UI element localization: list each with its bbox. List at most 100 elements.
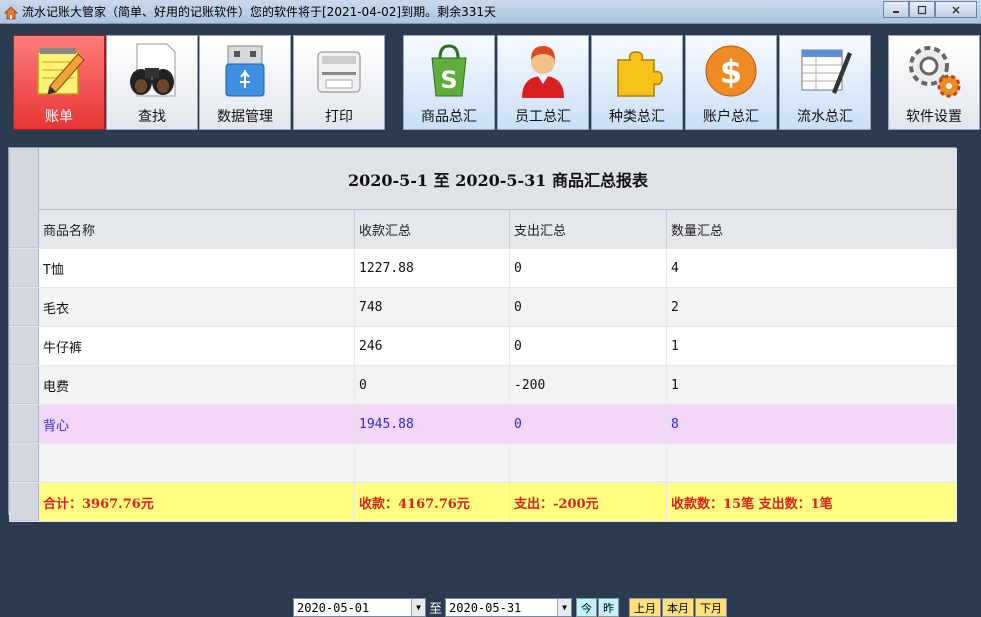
report-panel: 2020-5-1 至 2020-5-31 商品汇总报表 商品名称 收款汇总 支出… xyxy=(8,147,957,522)
print-button[interactable]: 打印 xyxy=(293,35,385,130)
column-header[interactable]: 数量汇总 xyxy=(667,210,957,248)
data-management-button[interactable]: 数据管理 xyxy=(199,35,291,130)
this-month-button[interactable]: 本月 xyxy=(662,598,695,617)
row-header[interactable] xyxy=(9,288,39,326)
cell-expense[interactable] xyxy=(510,444,667,482)
cell-income[interactable]: 1945.88 xyxy=(355,405,510,443)
bill-label: 账单 xyxy=(45,109,73,125)
summary-counts: 收款数：15笔 支出数：1笔 xyxy=(667,483,957,521)
minimize-icon xyxy=(893,10,899,13)
chevron-down-icon[interactable]: ▼ xyxy=(557,599,572,616)
date-from-value: 2020-05-01 xyxy=(297,600,370,615)
flow-summary-button[interactable]: 流水总汇 xyxy=(779,35,871,130)
settings-label: 软件设置 xyxy=(906,109,962,125)
cell-income[interactable]: 0 xyxy=(355,366,510,404)
maximize-button[interactable] xyxy=(909,1,935,18)
table-row-empty[interactable] xyxy=(9,444,957,483)
shopping-bag-icon: S xyxy=(420,42,478,100)
column-header[interactable]: 支出汇总 xyxy=(510,210,667,248)
report-table: 商品名称 收款汇总 支出汇总 数量汇总 T恤 1227.88 0 4 毛衣 74… xyxy=(9,210,957,522)
cell-name[interactable]: T恤 xyxy=(39,249,355,287)
staff-summary-button[interactable]: 员工总汇 xyxy=(497,35,589,130)
binoculars-icon xyxy=(123,42,181,100)
cell-income[interactable]: 1227.88 xyxy=(355,249,510,287)
window-controls xyxy=(883,1,977,18)
table-row[interactable]: 毛衣 748 0 2 xyxy=(9,288,957,327)
category-summary-button[interactable]: 种类总汇 xyxy=(591,35,683,130)
puzzle-icon xyxy=(608,42,666,100)
cell-income[interactable]: 748 xyxy=(355,288,510,326)
search-button[interactable]: 查找 xyxy=(106,35,198,130)
cell-income[interactable]: 246 xyxy=(355,327,510,365)
column-header[interactable]: 收款汇总 xyxy=(355,210,510,248)
date-from-picker[interactable]: 2020-05-01 ▼ xyxy=(293,598,426,617)
row-header[interactable] xyxy=(9,405,39,443)
user-icon xyxy=(514,42,572,100)
cell-name[interactable] xyxy=(39,444,355,482)
cell-expense[interactable]: 0 xyxy=(510,405,667,443)
row-header[interactable] xyxy=(9,249,39,287)
title-bar: 流水记账大管家（简单、好用的记账软件）您的软件将于[2021-04-02]到期。… xyxy=(0,0,981,24)
cell-quantity[interactable]: 4 xyxy=(667,249,957,287)
minimize-button[interactable] xyxy=(883,1,909,18)
summary-income: 收款：4167.76元 xyxy=(355,483,510,521)
date-range-bar: 2020-05-01 ▼ 至 2020-05-31 ▼ 今 昨 上月 本月 下月 xyxy=(293,598,728,617)
cell-name[interactable]: 电费 xyxy=(39,366,355,404)
svg-text:$: $ xyxy=(720,53,742,91)
row-header[interactable] xyxy=(9,327,39,365)
last-month-button[interactable]: 上月 xyxy=(629,598,662,617)
dollar-coin-icon: $ xyxy=(702,42,760,100)
cell-name[interactable]: 毛衣 xyxy=(39,288,355,326)
product-summary-label: 商品总汇 xyxy=(421,109,477,125)
cell-income[interactable] xyxy=(355,444,510,482)
bill-button[interactable]: 账单 xyxy=(13,35,105,130)
date-to-picker[interactable]: 2020-05-31 ▼ xyxy=(445,598,573,617)
column-header[interactable]: 商品名称 xyxy=(39,210,355,248)
print-label: 打印 xyxy=(325,109,353,125)
report-title: 2020-5-1 至 2020-5-31 商品汇总报表 xyxy=(39,148,957,210)
search-label: 查找 xyxy=(138,109,166,125)
today-button[interactable]: 今 xyxy=(576,598,598,617)
spreadsheet-pen-icon xyxy=(796,42,854,100)
table-row[interactable]: 牛仔裤 246 0 1 xyxy=(9,327,957,366)
table-row[interactable]: 电费 0 -200 1 xyxy=(9,366,957,405)
date-to-value: 2020-05-31 xyxy=(449,600,522,615)
cell-name[interactable]: 背心 xyxy=(39,405,355,443)
cell-quantity[interactable]: 2 xyxy=(667,288,957,326)
cell-expense[interactable]: 0 xyxy=(510,249,667,287)
flow-summary-label: 流水总汇 xyxy=(797,109,853,125)
row-header[interactable] xyxy=(9,366,39,404)
cell-quantity[interactable] xyxy=(667,444,957,482)
settings-button[interactable]: 软件设置 xyxy=(888,35,980,130)
close-button[interactable] xyxy=(935,1,977,18)
cell-name[interactable]: 牛仔裤 xyxy=(39,327,355,365)
gear-icon xyxy=(905,42,963,100)
close-icon xyxy=(952,6,960,13)
yesterday-button[interactable]: 昨 xyxy=(598,598,620,617)
next-month-button[interactable]: 下月 xyxy=(695,598,728,617)
svg-text:S: S xyxy=(440,66,457,94)
data-management-label: 数据管理 xyxy=(217,109,273,125)
cell-expense[interactable]: -200 xyxy=(510,366,667,404)
notepad-pencil-icon xyxy=(30,42,88,100)
usb-drive-icon xyxy=(216,42,274,100)
table-row-selected[interactable]: 背心 1945.88 0 8 xyxy=(9,405,957,444)
cell-expense[interactable]: 0 xyxy=(510,288,667,326)
cell-quantity[interactable]: 1 xyxy=(667,366,957,404)
table-row[interactable]: T恤 1227.88 0 4 xyxy=(9,249,957,288)
account-summary-button[interactable]: $ 账户总汇 xyxy=(685,35,777,130)
chevron-down-icon[interactable]: ▼ xyxy=(411,599,425,616)
summary-total: 合计：3967.76元 xyxy=(39,483,355,521)
printer-icon xyxy=(310,42,368,100)
summary-expense: 支出：-200元 xyxy=(510,483,667,521)
category-summary-label: 种类总汇 xyxy=(609,109,665,125)
cell-expense[interactable]: 0 xyxy=(510,327,667,365)
summary-row: 合计：3967.76元 收款：4167.76元 支出：-200元 收款数：15笔… xyxy=(9,483,957,522)
cell-quantity[interactable]: 8 xyxy=(667,405,957,443)
date-to-label: 至 xyxy=(429,602,443,617)
house-icon xyxy=(4,5,18,19)
product-summary-button[interactable]: S 商品总汇 xyxy=(403,35,495,130)
maximize-icon xyxy=(917,5,927,14)
row-header[interactable] xyxy=(9,444,39,482)
cell-quantity[interactable]: 1 xyxy=(667,327,957,365)
